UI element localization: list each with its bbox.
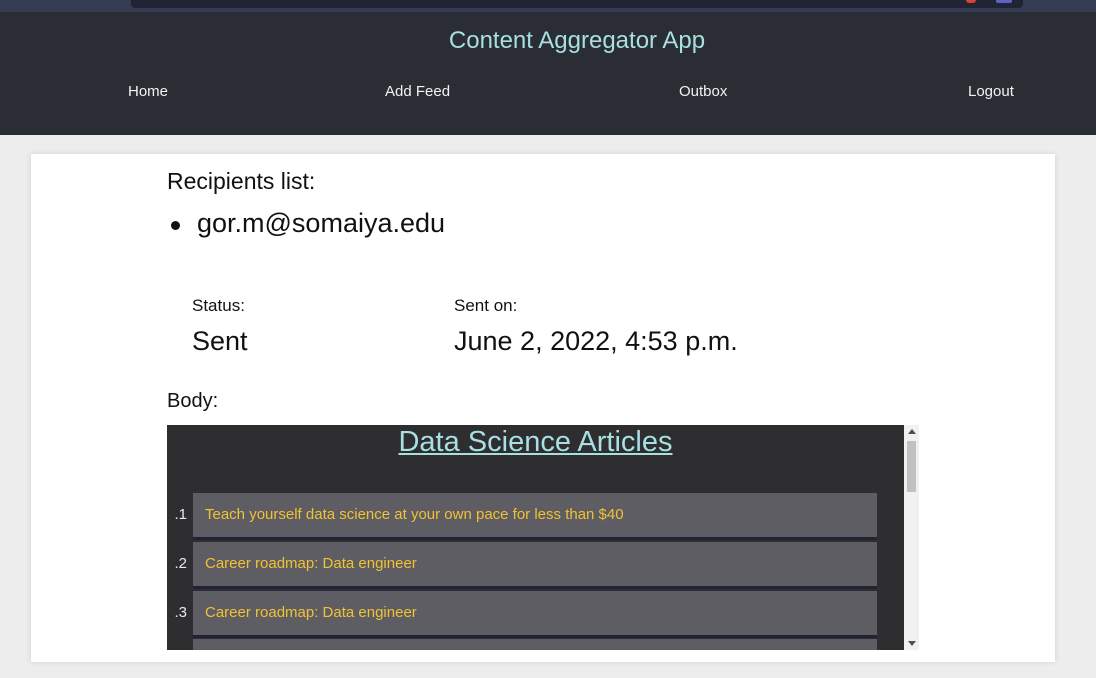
app-header: Content Aggregator App Home Add Feed Out…: [0, 12, 1096, 135]
article-row: 2. Career roadmap: Data engineer: [174, 542, 877, 589]
article-row: 1. Teach yourself data science at your o…: [174, 493, 877, 540]
email-detail-card: Recipients list: gor.m@somaiya.edu Statu…: [31, 154, 1055, 662]
email-body-content: Data Science Articles 1. Teach yourself …: [167, 425, 904, 650]
email-body-frame[interactable]: Data Science Articles 1. Teach yourself …: [167, 425, 919, 650]
browser-address-bar[interactable]: [131, 0, 1023, 8]
recipients-label: Recipients list:: [167, 168, 316, 194]
status-label: Status:: [192, 296, 245, 315]
nav-add-feed-link[interactable]: Add Feed: [385, 83, 450, 100]
browser-extension-icon[interactable]: [966, 0, 976, 3]
sent-on-value: June 2, 2022, 4:53 p.m.: [454, 326, 738, 356]
article-row: 4.: [193, 639, 877, 650]
nav-logout-link[interactable]: Logout: [968, 83, 1014, 100]
nav-home-link[interactable]: Home: [128, 83, 168, 100]
nav-outbox-link[interactable]: Outbox: [679, 83, 727, 100]
article-row: 3. Career roadmap: Data engineer: [174, 591, 877, 638]
body-label: Body:: [167, 390, 219, 412]
scroll-down-arrow-icon[interactable]: [908, 641, 916, 646]
article-link[interactable]: Career roadmap: Data engineer: [205, 604, 417, 621]
article-link[interactable]: Teach yourself data science at your own …: [205, 506, 624, 523]
article-link[interactable]: Career roadmap: Data engineer: [205, 555, 417, 572]
scrollbar-thumb[interactable]: [907, 441, 916, 492]
recipient-item: gor.m@somaiya.edu: [170, 208, 446, 238]
recipients-list: gor.m@somaiya.edu: [170, 208, 446, 239]
app-title: Content Aggregator App: [448, 27, 706, 54]
scroll-up-arrow-icon[interactable]: [908, 429, 916, 434]
browser-profile-icon[interactable]: [996, 0, 1012, 3]
email-body-title[interactable]: Data Science Articles: [167, 426, 904, 459]
browser-top-strip: [0, 0, 1096, 12]
status-value: Sent: [192, 326, 248, 356]
sent-on-label: Sent on:: [454, 296, 518, 315]
email-body-scrollbar[interactable]: [904, 425, 919, 650]
